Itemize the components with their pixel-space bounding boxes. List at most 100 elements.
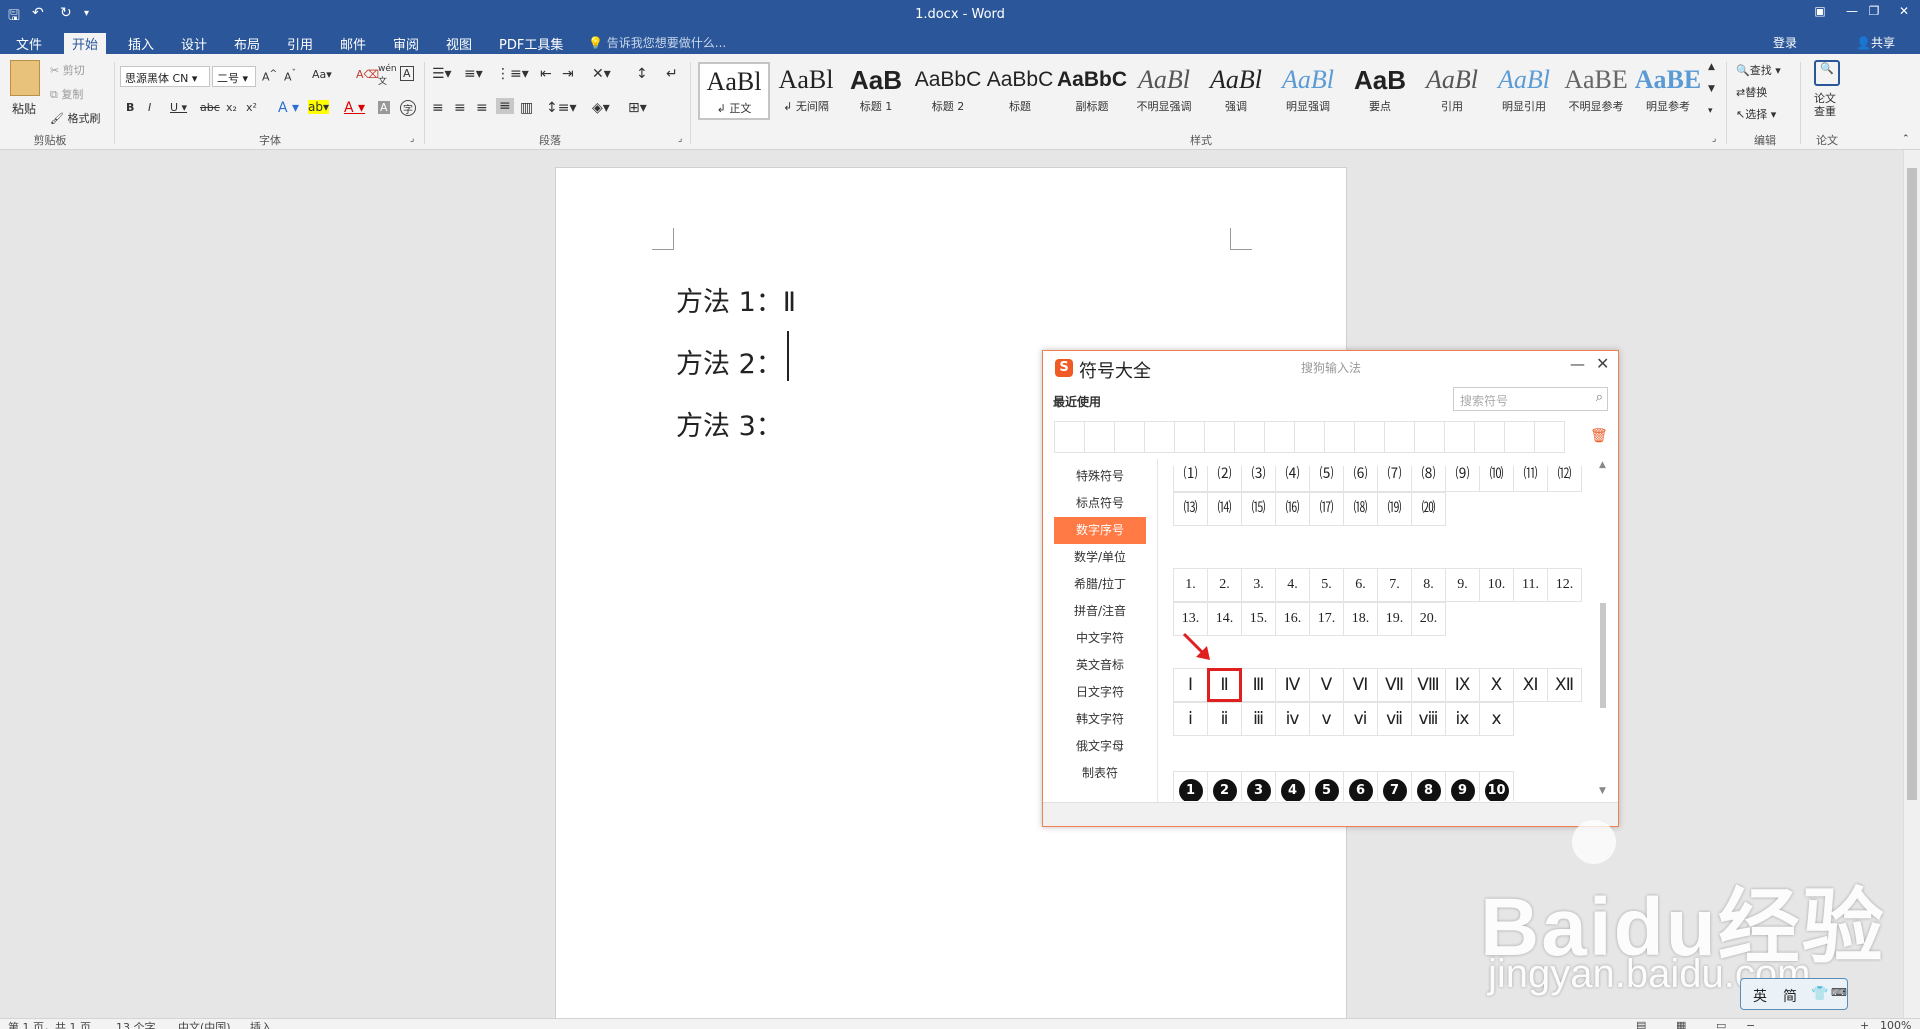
underline-icon[interactable]: U ▾: [170, 101, 187, 114]
recent-cell[interactable]: [1264, 421, 1295, 453]
align-right-icon[interactable]: ≡: [476, 100, 488, 116]
recent-cell[interactable]: [1054, 421, 1085, 453]
category-japanese[interactable]: 日文字符: [1054, 679, 1146, 706]
styles-dialog-launcher-icon[interactable]: ⌟: [1712, 134, 1716, 144]
trash-icon[interactable]: 🗑: [1590, 428, 1608, 444]
tab-home[interactable]: 开始: [64, 33, 107, 54]
ribbon-display-icon[interactable]: ▣: [1808, 4, 1832, 18]
symbol-cell[interactable]: Ⅶ: [1377, 668, 1412, 702]
symbol-cell[interactable]: ⒄: [1309, 492, 1344, 526]
line-spacing-icon[interactable]: ↕≡▾: [546, 100, 577, 116]
restore-icon[interactable]: ❐: [1862, 4, 1886, 18]
italic-icon[interactable]: I: [148, 101, 151, 114]
symbol-cell[interactable]: ⑵: [1207, 466, 1242, 492]
symbol-cell[interactable]: Ⅳ: [1275, 668, 1310, 702]
align-center-icon[interactable]: ≡: [454, 100, 466, 116]
symbol-cell[interactable]: ⑹: [1343, 466, 1378, 492]
category-box-drawing[interactable]: 制表符: [1054, 760, 1146, 787]
numbering-icon[interactable]: ≡▾: [464, 66, 483, 82]
symbol-cell[interactable]: Ⅷ: [1411, 668, 1446, 702]
symbol-cell[interactable]: 19.: [1377, 602, 1412, 636]
recent-cell[interactable]: [1534, 421, 1565, 453]
recent-cell[interactable]: [1114, 421, 1145, 453]
borders-icon[interactable]: ⊞▾: [628, 100, 647, 116]
symbol-cell[interactable]: ⅶ: [1377, 702, 1412, 736]
shading-icon[interactable]: ◈▾: [592, 100, 610, 116]
scrollbar-thumb[interactable]: [1907, 168, 1917, 800]
symbol-cell[interactable]: 3: [1241, 771, 1276, 801]
symbol-cell[interactable]: ⅰ: [1173, 702, 1208, 736]
font-color-icon[interactable]: A ▾: [344, 100, 365, 116]
style-subtle-emphasis[interactable]: AaBl 不明显强调: [1128, 62, 1200, 120]
symbol-cell[interactable]: ⑶: [1241, 466, 1276, 492]
tab-pdf-tools[interactable]: PDF工具集: [491, 33, 571, 54]
style-strong[interactable]: AaB 要点: [1344, 62, 1416, 120]
symbol-cell[interactable]: ⒂: [1241, 492, 1276, 526]
symbol-cell[interactable]: 17.: [1309, 602, 1344, 636]
select-button[interactable]: ↖选择 ▾: [1736, 106, 1776, 122]
symbol-cell[interactable]: ⅷ: [1411, 702, 1446, 736]
symbol-cell[interactable]: 4.: [1275, 568, 1310, 602]
style-emphasis[interactable]: AaBl 强调: [1200, 62, 1272, 120]
symbol-cell[interactable]: ⅳ: [1275, 702, 1310, 736]
strikethrough-icon[interactable]: abc: [200, 101, 220, 114]
symbol-cell[interactable]: 1: [1173, 771, 1208, 801]
symbol-cell[interactable]: 15.: [1241, 602, 1276, 636]
tab-mailings[interactable]: 邮件: [332, 33, 374, 54]
font-dialog-launcher-icon[interactable]: ⌟: [410, 134, 414, 144]
recent-cell[interactable]: [1324, 421, 1355, 453]
style-heading-1[interactable]: AaB 标题 1: [840, 62, 912, 120]
symbol-cell[interactable]: 8.: [1411, 568, 1446, 602]
symbol-cell[interactable]: 5: [1309, 771, 1344, 801]
symbol-cell[interactable]: 2: [1207, 771, 1242, 801]
symbol-cell[interactable]: 9: [1445, 771, 1480, 801]
symbol-cell[interactable]: ⑸: [1309, 466, 1344, 492]
symbol-cell[interactable]: ⅵ: [1343, 702, 1378, 736]
font-name-combo[interactable]: 思源黑体 CN ▾: [120, 66, 210, 87]
symbol-cell[interactable]: 6.: [1343, 568, 1378, 602]
print-layout-icon[interactable]: ▦: [1676, 1019, 1686, 1029]
symbol-cell[interactable]: 1.: [1173, 568, 1208, 602]
category-punctuation[interactable]: 标点符号: [1054, 490, 1146, 517]
scroll-down-icon[interactable]: ▼: [1599, 786, 1606, 796]
symbol-cell[interactable]: ⒃: [1275, 492, 1310, 526]
scroll-up-icon[interactable]: ▲: [1599, 460, 1606, 470]
scrollbar-thumb[interactable]: [1600, 603, 1606, 708]
decrease-indent-icon[interactable]: ⇤: [540, 66, 552, 82]
search-icon[interactable]: ⌕: [1596, 390, 1603, 405]
symbol-cell[interactable]: 12.: [1547, 568, 1582, 602]
close-icon[interactable]: ✕: [1596, 354, 1609, 373]
symbol-cell[interactable]: ⒁: [1207, 492, 1242, 526]
styles-more-icon[interactable]: ▾: [1708, 106, 1713, 116]
close-icon[interactable]: ✕: [1892, 4, 1916, 18]
symbol-cell[interactable]: 5.: [1309, 568, 1344, 602]
styles-scroll-up-icon[interactable]: ▲: [1708, 62, 1715, 72]
paste-button[interactable]: 粘贴: [12, 100, 36, 117]
recent-cell[interactable]: [1174, 421, 1205, 453]
style-title[interactable]: AaBbC 标题: [984, 62, 1056, 120]
category-math-unit[interactable]: 数学/单位: [1054, 544, 1146, 571]
symbol-cell[interactable]: ⑺: [1377, 466, 1412, 492]
copy-button[interactable]: ⧉ 复制: [50, 86, 83, 102]
symbol-cell[interactable]: 7: [1377, 771, 1412, 801]
zoom-level[interactable]: 100%: [1880, 1019, 1911, 1029]
symbol-cell[interactable]: ⑼: [1445, 466, 1480, 492]
symbol-cell[interactable]: Ⅵ: [1343, 668, 1378, 702]
styles-scroll-down-icon[interactable]: ▼: [1708, 84, 1715, 94]
highlight-icon[interactable]: ab▾: [308, 100, 329, 114]
replace-button[interactable]: ⇄替换: [1736, 84, 1767, 100]
char-shading-icon[interactable]: A: [378, 101, 390, 114]
symbol-cell[interactable]: ⑷: [1275, 466, 1310, 492]
change-case-icon[interactable]: Aa▾: [312, 68, 332, 81]
symbol-cell[interactable]: ⅱ: [1207, 702, 1242, 736]
symbol-cell[interactable]: 3.: [1241, 568, 1276, 602]
find-button[interactable]: 🔍查找 ▾: [1736, 62, 1781, 78]
style-subtitle[interactable]: AaBbC 副标题: [1056, 62, 1128, 120]
symbol-cell[interactable]: Ⅺ: [1513, 668, 1548, 702]
thesis-check-icon[interactable]: 🔍: [1814, 60, 1840, 86]
shrink-font-icon[interactable]: Aˇ: [284, 68, 296, 84]
symbol-cell[interactable]: ⑾: [1513, 466, 1548, 492]
recent-cell[interactable]: [1234, 421, 1265, 453]
paste-icon[interactable]: [10, 60, 40, 96]
doc-line-3[interactable]: 方法 3：: [676, 404, 783, 443]
